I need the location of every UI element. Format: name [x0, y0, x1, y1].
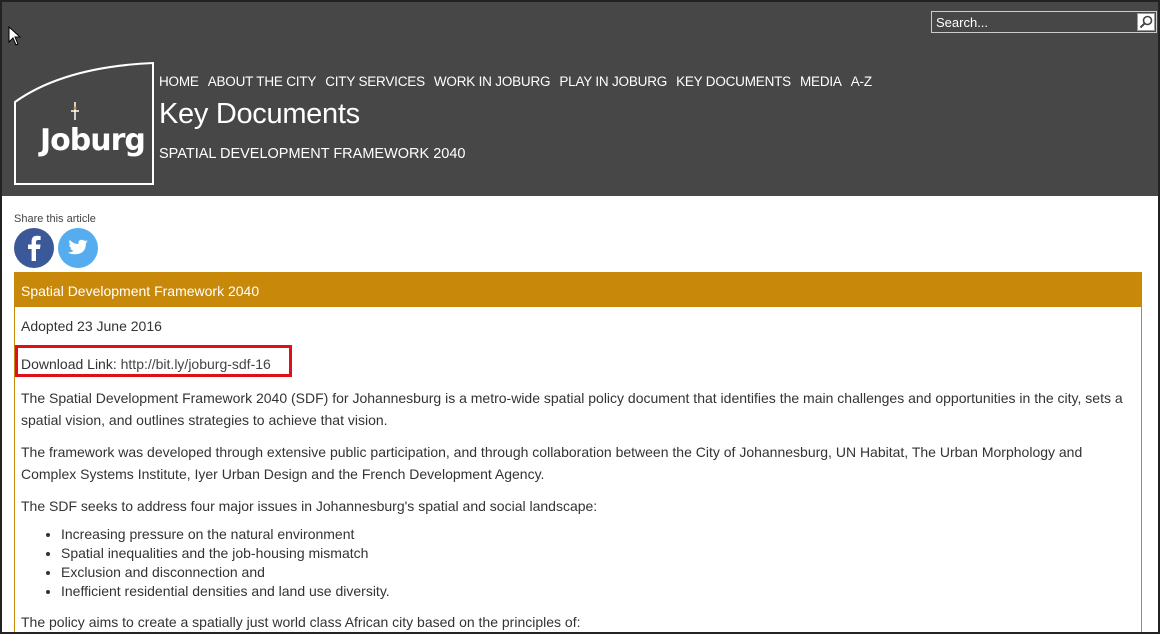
nav-a-z[interactable]: A-Z — [851, 74, 872, 89]
list-item: Inefficient residential densities and la… — [61, 582, 1131, 601]
list-item: Spatial inequalities and the job-housing… — [61, 544, 1131, 563]
nav-city-services[interactable]: CITY SERVICES — [325, 74, 425, 89]
facebook-share-button[interactable] — [14, 228, 54, 268]
search-button[interactable] — [1137, 13, 1155, 31]
article-paragraph: The SDF seeks to address four major issu… — [21, 498, 598, 514]
logo-text: Joburg — [38, 123, 145, 158]
nav-work-in-joburg[interactable]: WORK IN JOBURG — [434, 74, 551, 89]
article-paragraph: The policy aims to create a spatially ju… — [21, 614, 581, 630]
nav-home[interactable]: HOME — [159, 74, 199, 89]
article-paragraph: The Spatial Development Framework 2040 (… — [21, 390, 1123, 428]
list-item: Exclusion and disconnection and — [61, 563, 1131, 582]
adopted-date: Adopted 23 June 2016 — [21, 318, 162, 334]
search-icon — [1139, 15, 1153, 29]
search-box — [931, 11, 1157, 33]
article-heading: Spatial Development Framework 2040 — [15, 273, 1141, 307]
share-label: Share this article — [14, 213, 96, 225]
list-item: Increasing pressure on the natural envir… — [61, 525, 1131, 544]
twitter-share-button[interactable] — [58, 228, 98, 268]
article-panel: Spatial Development Framework 2040 Adopt… — [14, 272, 1142, 632]
page-title: Key Documents — [159, 98, 360, 130]
issues-list: Increasing pressure on the natural envir… — [21, 525, 1131, 601]
page-frame: Joburg HOME ABOUT THE CITY CITY SERVICES… — [0, 0, 1160, 634]
main-nav: HOME ABOUT THE CITY CITY SERVICES WORK I… — [159, 74, 881, 89]
download-link-highlight-box — [15, 345, 292, 377]
site-header: Joburg HOME ABOUT THE CITY CITY SERVICES… — [2, 2, 1158, 196]
facebook-icon — [28, 235, 41, 261]
nav-about-the-city[interactable]: ABOUT THE CITY — [208, 74, 317, 89]
joburg-logo[interactable]: Joburg — [14, 62, 154, 185]
mouse-cursor-icon — [8, 26, 22, 46]
nav-key-documents[interactable]: KEY DOCUMENTS — [676, 74, 791, 89]
article-paragraph: The framework was developed through exte… — [21, 444, 1083, 482]
page-subtitle: SPATIAL DEVELOPMENT FRAMEWORK 2040 — [159, 146, 466, 162]
twitter-icon — [67, 239, 88, 255]
search-input[interactable] — [936, 14, 1132, 31]
nav-play-in-joburg[interactable]: PLAY IN JOBURG — [559, 74, 667, 89]
nav-media[interactable]: MEDIA — [800, 74, 842, 89]
